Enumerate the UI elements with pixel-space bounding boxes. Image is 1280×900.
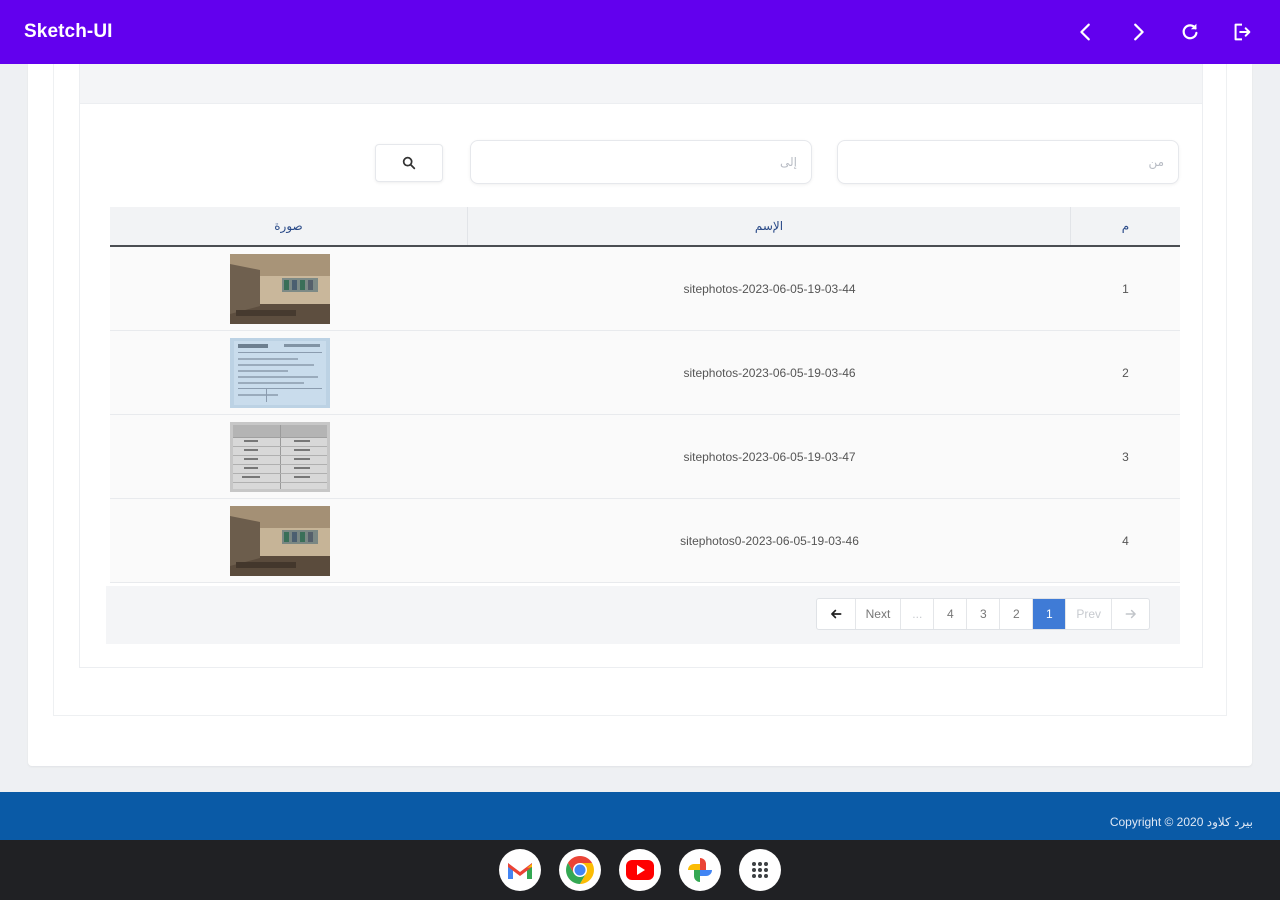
youtube-icon[interactable] — [619, 849, 661, 891]
column-header-number[interactable]: م — [1071, 207, 1180, 245]
photo-thumbnail[interactable] — [230, 422, 330, 492]
row-number: 1 — [1122, 282, 1129, 296]
column-header-name[interactable]: الإسم — [468, 207, 1071, 245]
to-input[interactable] — [471, 141, 811, 183]
pagination-ellipsis: ... — [900, 599, 933, 629]
photos-table: صورة الإسم م sitephotos-2023-06-05-19-03… — [110, 207, 1180, 583]
forward-icon[interactable] — [1124, 18, 1152, 46]
photo-thumbnail[interactable] — [230, 506, 330, 576]
prev-page-button[interactable]: Prev — [1065, 599, 1111, 629]
photo-name: sitephotos0-2023-06-05-19-03-46 — [680, 534, 859, 548]
page-1-button[interactable]: 1 — [1032, 599, 1066, 629]
table-header: صورة الإسم م — [110, 207, 1180, 247]
photo-thumbnail[interactable] — [230, 254, 330, 324]
photo-name: sitephotos-2023-06-05-19-03-46 — [683, 366, 856, 380]
search-button[interactable] — [375, 144, 443, 182]
to-field[interactable] — [470, 140, 812, 184]
from-field[interactable] — [837, 140, 1179, 184]
table-row[interactable]: sitephotos-2023-06-05-19-03-47 3 — [110, 415, 1180, 499]
row-number: 3 — [1122, 450, 1129, 464]
gmail-icon[interactable] — [499, 849, 541, 891]
row-number: 4 — [1122, 534, 1129, 548]
pagination: Next ... 4 3 2 1 Prev — [815, 598, 1150, 630]
page-2-button[interactable]: 2 — [999, 599, 1032, 629]
gallery-card: صورة الإسم م — [79, 64, 1203, 668]
search-icon — [402, 156, 416, 170]
page-3-button[interactable]: 3 — [966, 599, 999, 629]
os-shelf — [0, 840, 1280, 900]
content-area: صورة الإسم م — [0, 64, 1280, 792]
arrow-right-icon[interactable] — [1111, 599, 1149, 629]
row-number: 2 — [1122, 366, 1129, 380]
back-icon[interactable] — [1072, 18, 1100, 46]
photo-name: sitephotos-2023-06-05-19-03-47 — [683, 450, 856, 464]
next-page-button[interactable]: Next — [854, 599, 901, 629]
photo-thumbnail[interactable] — [230, 338, 330, 408]
app-bar: Sketch-UI — [0, 0, 1280, 64]
page-4-button[interactable]: 4 — [933, 599, 966, 629]
app-launcher-icon[interactable] — [739, 849, 781, 891]
table-row[interactable]: sitephotos0-2023-06-05-19-03-46 4 — [110, 499, 1180, 583]
outer-card: صورة الإسم م — [28, 64, 1252, 766]
table-row[interactable]: sitephotos-2023-06-05-19-03-44 1 — [110, 247, 1180, 331]
copyright-text: Copyright © 2020 بيرد كلاود — [1109, 815, 1253, 829]
photo-name: sitephotos-2023-06-05-19-03-44 — [683, 282, 856, 296]
app-title: Sketch-UI — [24, 21, 113, 42]
logout-icon[interactable] — [1228, 18, 1256, 46]
footer: Copyright © 2020 بيرد كلاود — [0, 792, 1280, 840]
refresh-icon[interactable] — [1176, 18, 1204, 46]
google-photos-icon[interactable] — [679, 849, 721, 891]
column-header-image[interactable]: صورة — [110, 207, 468, 245]
from-input[interactable] — [838, 141, 1178, 183]
middle-card: صورة الإسم م — [53, 64, 1227, 716]
table-row[interactable]: sitephotos-2023-06-05-19-03-46 2 — [110, 331, 1180, 415]
pagination-bar: Next ... 4 3 2 1 Prev — [106, 586, 1180, 644]
filter-bar — [80, 140, 1204, 186]
app-bar-actions — [1048, 18, 1256, 46]
arrow-left-icon[interactable] — [817, 599, 855, 629]
chrome-icon[interactable] — [559, 849, 601, 891]
card-header — [80, 64, 1202, 104]
